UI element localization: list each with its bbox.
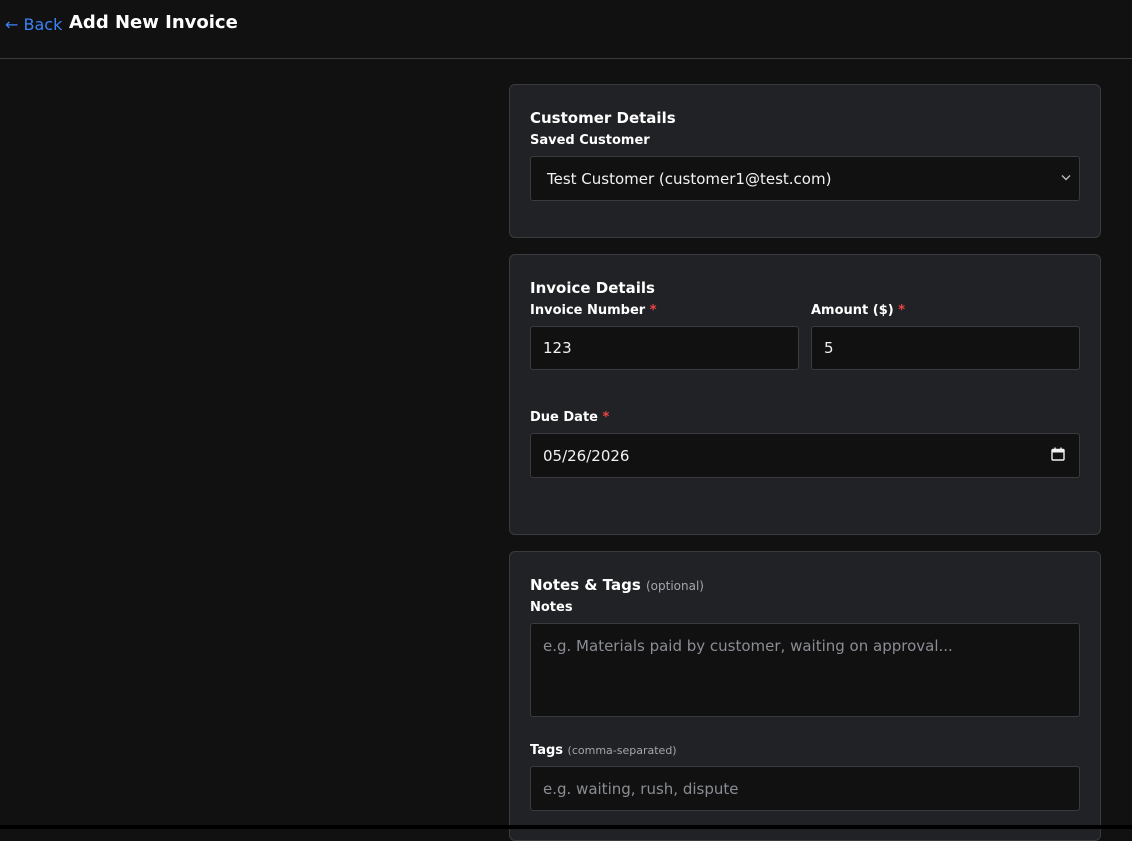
tags-label-text: Tags: [530, 743, 563, 758]
due-date-input[interactable]: 05/26/2026: [530, 433, 1080, 478]
back-link[interactable]: ← Back: [5, 15, 62, 34]
top-header: ← Back Add New Invoice: [0, 0, 1132, 59]
calendar-icon[interactable]: [1051, 447, 1065, 465]
due-date-label: Due Date *: [530, 410, 609, 425]
required-marker: *: [898, 303, 905, 318]
invoice-number-label-text: Invoice Number: [530, 303, 645, 318]
saved-customer-value: Test Customer (customer1@test.com): [547, 170, 831, 188]
notes-placeholder: e.g. Materials paid by customer, waiting…: [543, 637, 953, 655]
customer-details-card: Customer Details Saved Customer Test Cus…: [509, 84, 1101, 238]
due-date-label-text: Due Date: [530, 410, 598, 425]
amount-label: Amount ($) *: [811, 303, 905, 318]
customer-details-title: Customer Details: [530, 109, 676, 127]
invoice-number-value: 123: [543, 339, 572, 357]
page-title: Add New Invoice: [69, 12, 238, 33]
optional-hint: (optional): [646, 579, 704, 593]
tags-placeholder: e.g. waiting, rush, dispute: [543, 780, 738, 798]
amount-input[interactable]: 5: [811, 326, 1080, 370]
notes-tags-card: Notes & Tags (optional) Notes e.g. Mater…: [509, 551, 1101, 841]
saved-customer-select[interactable]: Test Customer (customer1@test.com): [530, 156, 1080, 201]
due-date-value: 05/26/2026: [543, 447, 629, 465]
required-marker: *: [650, 303, 657, 318]
invoice-number-label: Invoice Number *: [530, 303, 657, 318]
tags-hint: (comma-separated): [568, 744, 677, 757]
amount-label-text: Amount ($): [811, 303, 894, 318]
bottom-edge: [0, 825, 1132, 829]
chevron-down-icon: [1061, 173, 1071, 184]
invoice-details-title: Invoice Details: [530, 279, 655, 297]
invoice-details-card: Invoice Details Invoice Number * 123 Amo…: [509, 254, 1101, 535]
saved-customer-label: Saved Customer: [530, 133, 650, 148]
notes-label: Notes: [530, 600, 573, 615]
tags-input[interactable]: e.g. waiting, rush, dispute: [530, 766, 1080, 811]
notes-tags-title: Notes & Tags (optional): [530, 576, 704, 594]
tags-label: Tags (comma-separated): [530, 743, 677, 758]
invoice-number-input[interactable]: 123: [530, 326, 799, 370]
required-marker: *: [603, 410, 610, 425]
notes-tags-title-text: Notes & Tags: [530, 576, 641, 594]
notes-textarea[interactable]: e.g. Materials paid by customer, waiting…: [530, 623, 1080, 717]
amount-value: 5: [824, 339, 834, 357]
